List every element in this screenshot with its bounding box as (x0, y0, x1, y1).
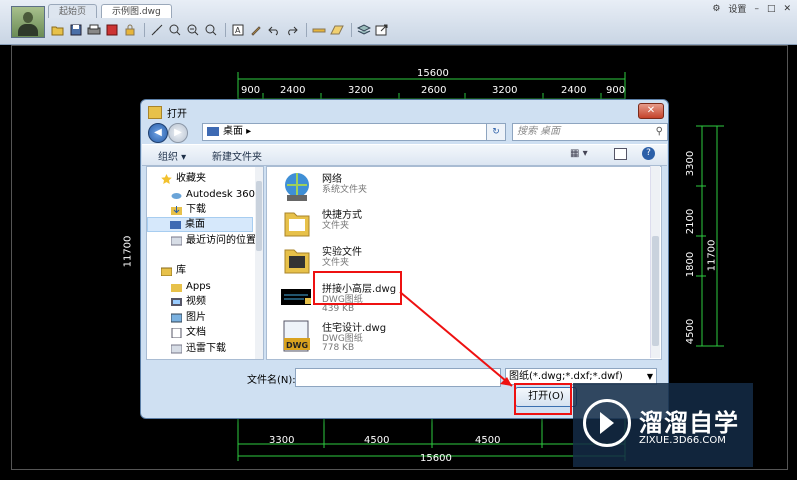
watermark-brand: 溜溜自学 (639, 409, 739, 437)
watermark-url: ZIXUE.3D66.COM (639, 435, 726, 446)
play-logo-icon (583, 399, 631, 447)
watermark: 溜溜自学 ZIXUE.3D66.COM (573, 383, 753, 467)
